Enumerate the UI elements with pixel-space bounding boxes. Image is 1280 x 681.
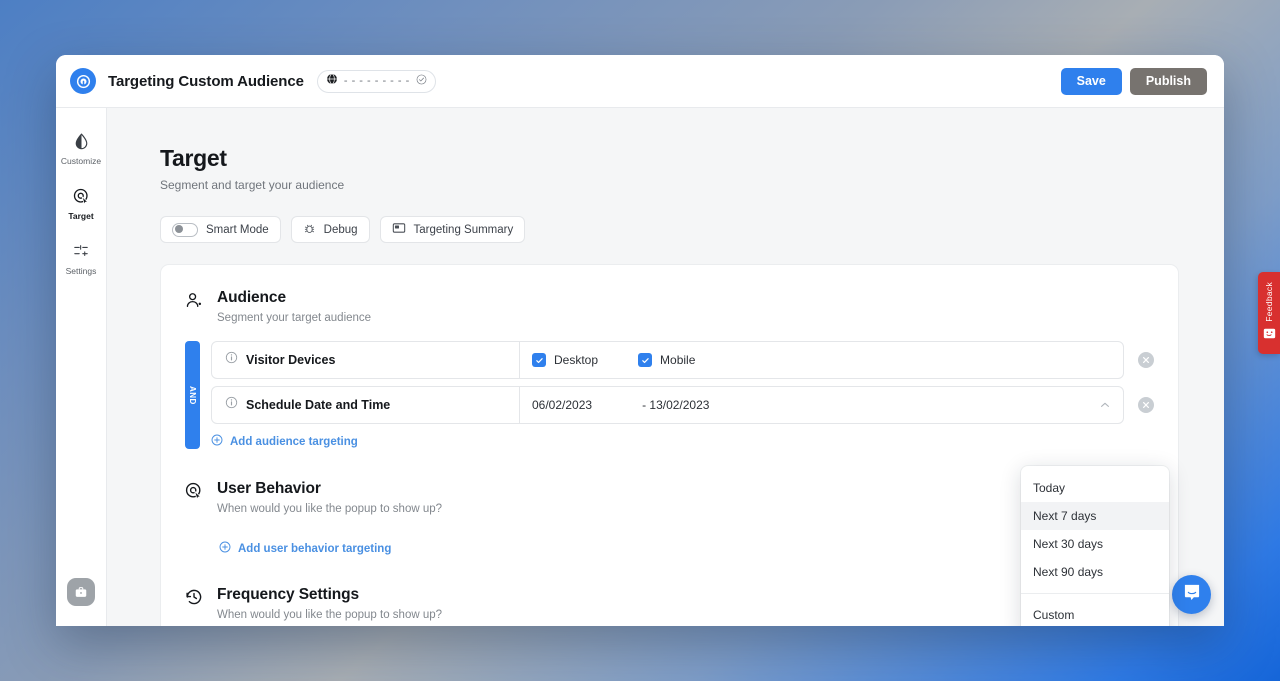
close-circle-icon[interactable] <box>1138 352 1154 368</box>
sidebar-item-label: Target <box>68 211 94 221</box>
people-icon <box>185 291 205 315</box>
rule-row-visitor-devices: Visitor Devices Desktop Mobile <box>211 341 1154 379</box>
debug-button[interactable]: Debug <box>290 216 370 243</box>
audience-section-header: Audience Segment your target audience <box>185 289 1154 324</box>
content-subtitle: Segment and target your audience <box>160 178 345 192</box>
rule-value-cell: Desktop Mobile <box>520 342 1123 378</box>
smart-mode-label: Smart Mode <box>206 223 269 236</box>
feedback-tab[interactable]: Feedback <box>1258 272 1280 354</box>
end-date-value[interactable]: - 13/02/2023 <box>642 398 709 412</box>
top-bar-actions: Save Publish <box>1060 67 1207 95</box>
checkbox-label: Desktop <box>554 353 599 367</box>
user-behavior-title: User Behavior <box>217 480 321 497</box>
dropdown-item-custom[interactable]: Custom <box>1021 601 1169 626</box>
dropdown-item-next-7-days[interactable]: Next 7 days <box>1021 502 1169 530</box>
sidebar-item-label: Settings <box>65 266 97 276</box>
checkbox-label: Mobile <box>660 353 696 367</box>
brand-logo-icon[interactable] <box>70 68 96 94</box>
smiley-icon <box>1263 326 1276 344</box>
user-behavior-section: User Behavior When would you like the po… <box>185 480 1154 556</box>
main-content: Target Segment and target your audience … <box>107 108 1224 626</box>
sidebar-item-label: Customize <box>60 156 102 166</box>
rule-label-text: Visitor Devices <box>246 353 336 367</box>
globe-icon <box>326 72 338 90</box>
content-toolbar: Smart Mode Debug Targeting Summary <box>160 216 1179 243</box>
smart-mode-toggle[interactable] <box>172 222 198 237</box>
targeting-summary-button[interactable]: Targeting Summary <box>379 216 526 243</box>
frequency-settings-section: Frequency Settings When would you like t… <box>185 586 1154 621</box>
target-cursor-icon <box>185 482 205 505</box>
audience-title: Audience <box>217 289 286 306</box>
close-circle-icon[interactable] <box>1138 397 1154 413</box>
chat-bubble-icon <box>1182 582 1202 607</box>
sidebar-item-customize[interactable]: Customize <box>56 123 107 172</box>
bug-icon <box>303 222 316 238</box>
feedback-label: Feedback <box>1264 281 1274 322</box>
add-audience-targeting-label: Add audience targeting <box>230 435 358 448</box>
url-dashes: - - - - - - - - - <box>343 75 410 87</box>
publish-button[interactable]: Publish <box>1129 67 1207 95</box>
audience-rules-list: Visitor Devices Desktop Mobile Schedule … <box>211 341 1154 449</box>
rule-label-cell: Schedule Date and Time <box>212 387 520 423</box>
window-body: Customize Target Settings Target Segment… <box>56 108 1224 626</box>
target-cursor-icon <box>56 186 107 206</box>
app-window: Targeting Custom Audience - - - - - - - … <box>56 55 1224 626</box>
user-behavior-subtitle: When would you like the popup to show up… <box>217 503 443 515</box>
chevron-up-icon[interactable] <box>1099 399 1111 411</box>
date-range-dropdown: Today Next 7 days Next 30 days Next 90 d… <box>1021 466 1169 626</box>
check-circle-icon <box>416 72 427 90</box>
chat-bubble-button[interactable] <box>1172 575 1211 614</box>
targeting-summary-label: Targeting Summary <box>413 223 514 236</box>
sliders-icon <box>56 241 107 261</box>
top-bar: Targeting Custom Audience - - - - - - - … <box>56 55 1224 108</box>
rule-box: Schedule Date and Time 06/02/2023 - 13/0… <box>211 386 1124 424</box>
frequency-settings-header: Frequency Settings When would you like t… <box>185 586 1154 621</box>
left-sidebar: Customize Target Settings <box>56 108 107 626</box>
site-url-pill[interactable]: - - - - - - - - - <box>316 69 436 93</box>
rule-label-cell: Visitor Devices <box>212 342 520 378</box>
dropdown-item-next-90-days[interactable]: Next 90 days <box>1021 558 1169 586</box>
info-icon[interactable] <box>225 351 238 369</box>
debug-label: Debug <box>323 223 358 236</box>
dropdown-separator <box>1021 593 1169 594</box>
dropdown-item-next-30-days[interactable]: Next 30 days <box>1021 530 1169 558</box>
save-button[interactable]: Save <box>1060 67 1122 95</box>
frequency-settings-subtitle: When would you like the popup to show up… <box>217 609 443 621</box>
add-audience-targeting-link[interactable]: Add audience targeting <box>211 434 1154 449</box>
sidebar-item-settings[interactable]: Settings <box>56 233 107 282</box>
add-user-behavior-label: Add user behavior targeting <box>238 542 392 555</box>
rule-row-schedule-date-time: Schedule Date and Time 06/02/2023 - 13/0… <box>211 386 1154 424</box>
info-icon[interactable] <box>225 396 238 414</box>
panel-icon <box>392 221 406 238</box>
audience-subtitle: Segment your target audience <box>217 312 372 324</box>
user-behavior-header: User Behavior When would you like the po… <box>185 480 1154 515</box>
rule-label-text: Schedule Date and Time <box>246 398 391 412</box>
content-title: Target <box>160 145 227 171</box>
checkbox-checked-icon <box>638 353 653 367</box>
checkbox-mobile[interactable]: Mobile <box>638 353 695 367</box>
page-title: Targeting Custom Audience <box>108 72 304 90</box>
history-clock-icon <box>185 588 205 611</box>
plus-circle-icon <box>211 434 223 449</box>
smart-mode-toggle-button[interactable]: Smart Mode <box>160 216 281 243</box>
briefcase-icon[interactable] <box>67 578 95 606</box>
dropdown-item-today[interactable]: Today <box>1021 474 1169 502</box>
sidebar-item-target[interactable]: Target <box>56 178 107 227</box>
and-operator-badge[interactable]: AND <box>185 341 200 449</box>
checkbox-desktop[interactable]: Desktop <box>532 353 598 367</box>
rule-value-cell[interactable]: 06/02/2023 - 13/02/2023 <box>520 387 1123 423</box>
add-user-behavior-targeting-link[interactable]: Add user behavior targeting <box>219 541 1154 556</box>
contrast-droplet-icon <box>56 131 107 151</box>
start-date-value[interactable]: 06/02/2023 <box>532 398 592 412</box>
frequency-settings-title: Frequency Settings <box>217 586 360 603</box>
audience-rule-group: AND Visitor Devices Desktop Mobile Sched… <box>185 341 1154 449</box>
checkbox-checked-icon <box>532 353 546 367</box>
plus-circle-icon <box>219 541 231 556</box>
rule-box: Visitor Devices Desktop Mobile <box>211 341 1124 379</box>
